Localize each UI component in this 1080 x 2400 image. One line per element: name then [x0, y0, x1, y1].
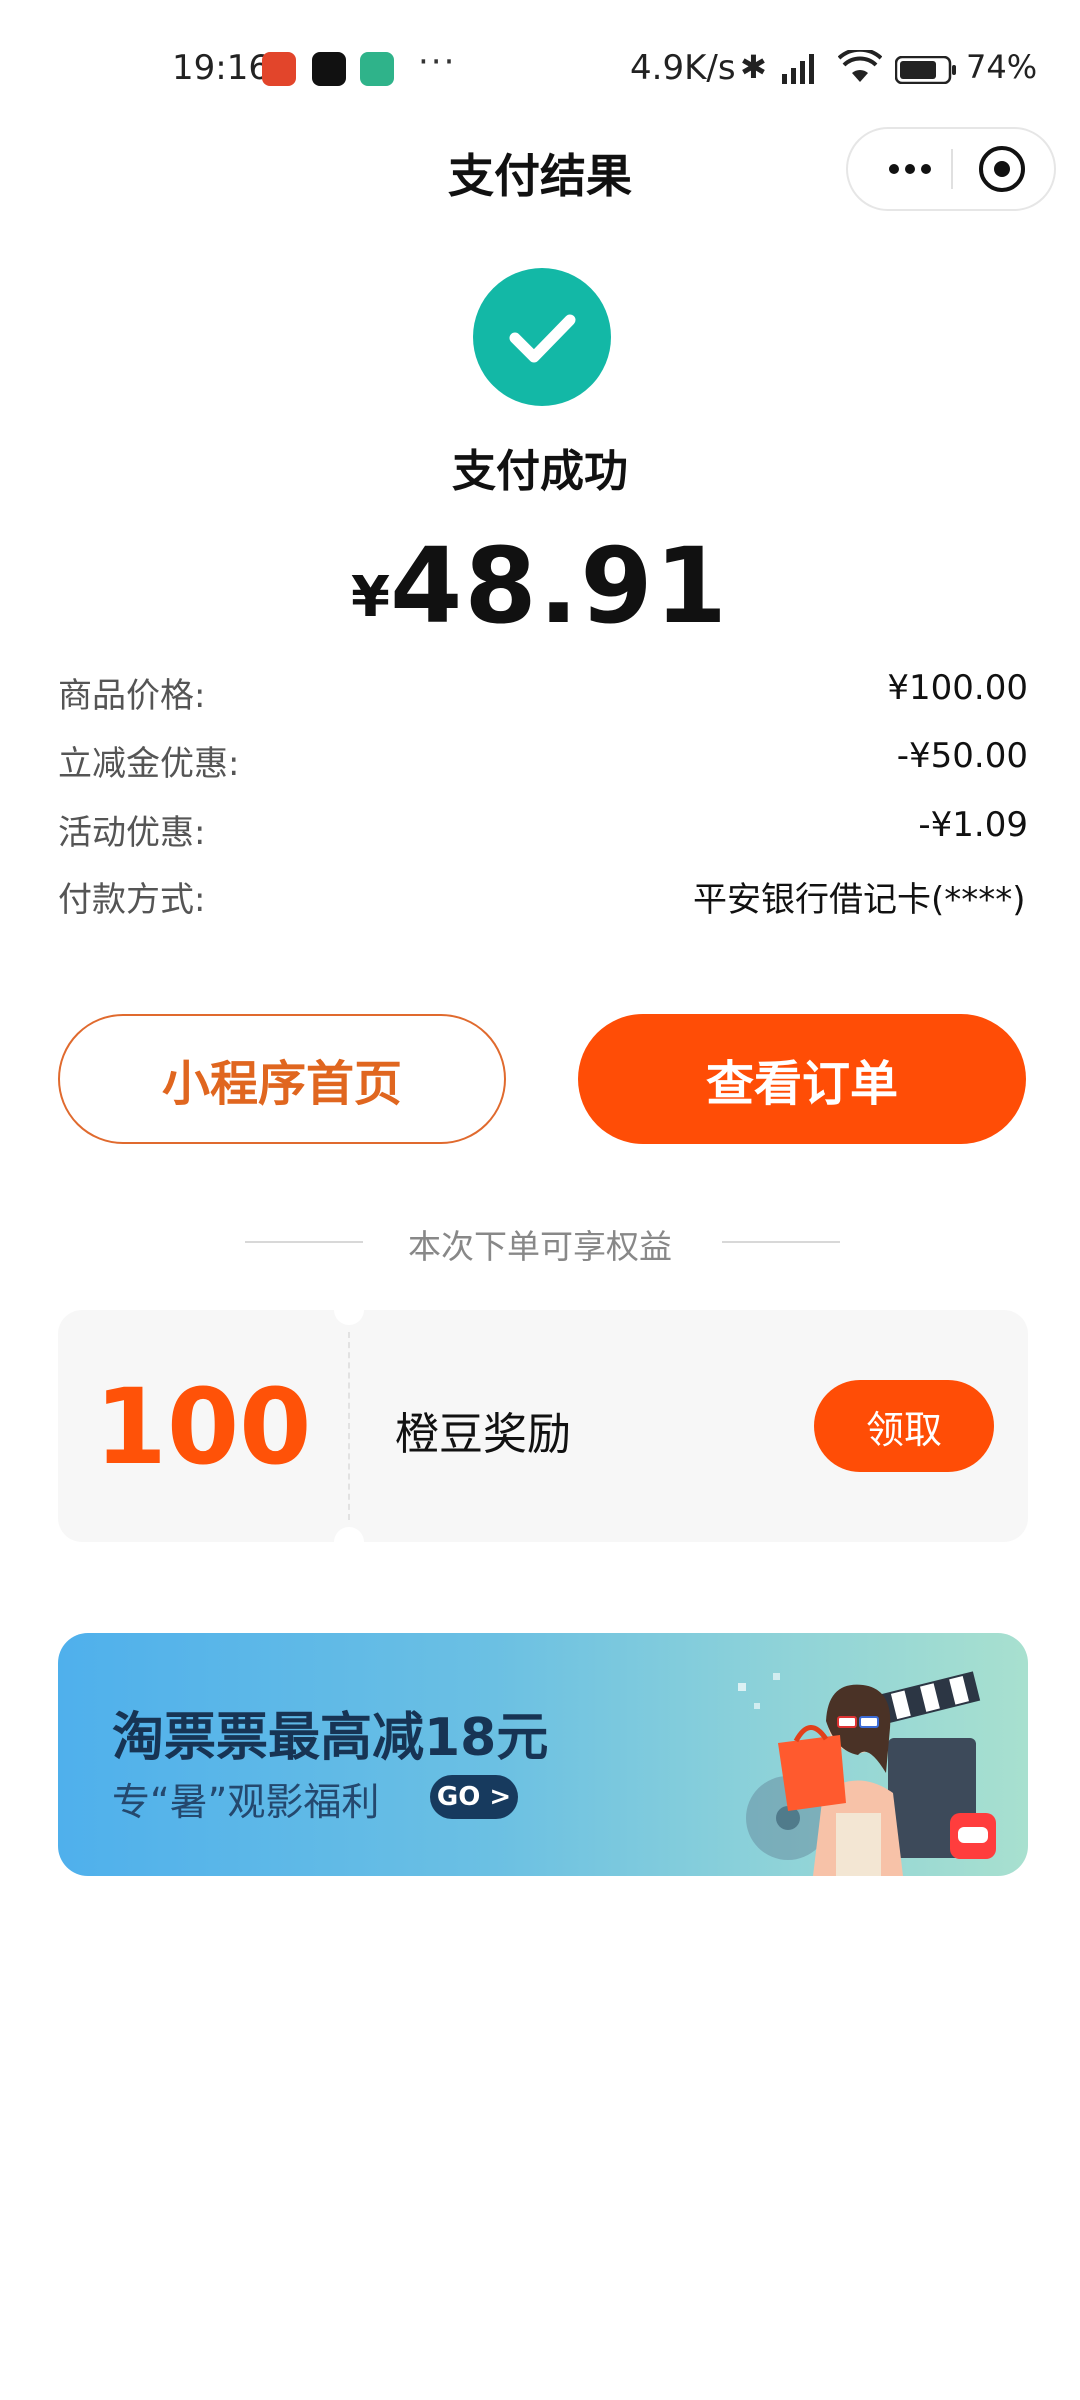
battery-level: 74% — [966, 48, 1038, 86]
benefits-divider-text: 本次下单可享权益 — [408, 1227, 672, 1266]
paid-amount: ¥48.91 — [0, 525, 1080, 647]
divider-line-right — [722, 1241, 840, 1243]
detail-row-payment-method: 付款方式: 平安银行借记卡(****) — [58, 872, 1028, 922]
status-time: 19:16 — [172, 48, 270, 88]
check-circle-icon — [473, 268, 611, 406]
miniprogram-capsule — [846, 127, 1056, 211]
banner-title: 淘票票最高减18元 — [112, 1708, 549, 1768]
detail-label: 立减金优惠: — [58, 744, 240, 784]
network-speed: 4.9K/s — [630, 48, 736, 88]
claim-reward-button[interactable]: 领取 — [814, 1380, 994, 1472]
banner-go-button[interactable]: GO > — [430, 1775, 518, 1819]
detail-value: -¥50.00 — [896, 736, 1028, 776]
detail-row-price: 商品价格: ¥100.00 — [58, 668, 1028, 718]
status-bar: 19:16 ··· 4.9K/s ✱ 74% — [0, 36, 1080, 106]
reward-amount: 100 — [94, 1366, 312, 1488]
payment-result-page: 19:16 ··· 4.9K/s ✱ 74% 支付结果 支付成功 ¥48.91 … — [0, 0, 1080, 2400]
signal-icon — [782, 54, 814, 84]
payment-status-text: 支付成功 — [452, 446, 628, 497]
tiktok-app-icon — [312, 52, 346, 86]
miniprogram-home-button[interactable]: 小程序首页 — [58, 1014, 506, 1144]
detail-value: -¥1.09 — [918, 805, 1028, 845]
detail-row-activity-discount: 活动优惠: -¥1.09 — [58, 805, 1028, 855]
detail-label: 活动优惠: — [58, 813, 206, 853]
battery-icon — [895, 56, 956, 84]
reward-label: 橙豆奖励 — [395, 1409, 571, 1460]
detail-label: 付款方式: — [58, 880, 206, 920]
ticket-notch — [334, 1295, 364, 1325]
reward-card: 100 橙豆奖励 领取 — [58, 1295, 1028, 1557]
wifi-icon — [838, 50, 882, 82]
movie-promo-banner[interactable]: 淘票票最高减18元 专“暑”观影福利 GO > — [58, 1633, 1028, 1876]
movie-promo-illustration — [738, 1671, 996, 1876]
capsule-divider — [951, 149, 953, 189]
detail-label: 商品价格: — [58, 676, 206, 716]
amount-value: 48.91 — [390, 525, 729, 647]
detail-value: ¥100.00 — [887, 668, 1028, 708]
more-notifications-icon: ··· — [418, 42, 457, 82]
miniprogram-close-icon[interactable] — [976, 143, 1028, 195]
banner-subtitle: 专“暑”观影福利 — [112, 1780, 380, 1824]
view-order-button[interactable]: 查看订单 — [578, 1014, 1026, 1144]
security-app-icon — [360, 52, 394, 86]
currency-symbol: ¥ — [351, 565, 390, 630]
detail-value: 平安银行借记卡(****) — [693, 880, 1026, 920]
more-dots-icon[interactable] — [880, 145, 940, 193]
bank-app-icon — [262, 52, 296, 86]
bluetooth-icon: ✱ — [740, 48, 767, 86]
ticket-dashed-separator — [348, 1332, 350, 1520]
ticket-notch — [334, 1527, 364, 1557]
detail-row-instant-discount: 立减金优惠: -¥50.00 — [58, 736, 1028, 786]
